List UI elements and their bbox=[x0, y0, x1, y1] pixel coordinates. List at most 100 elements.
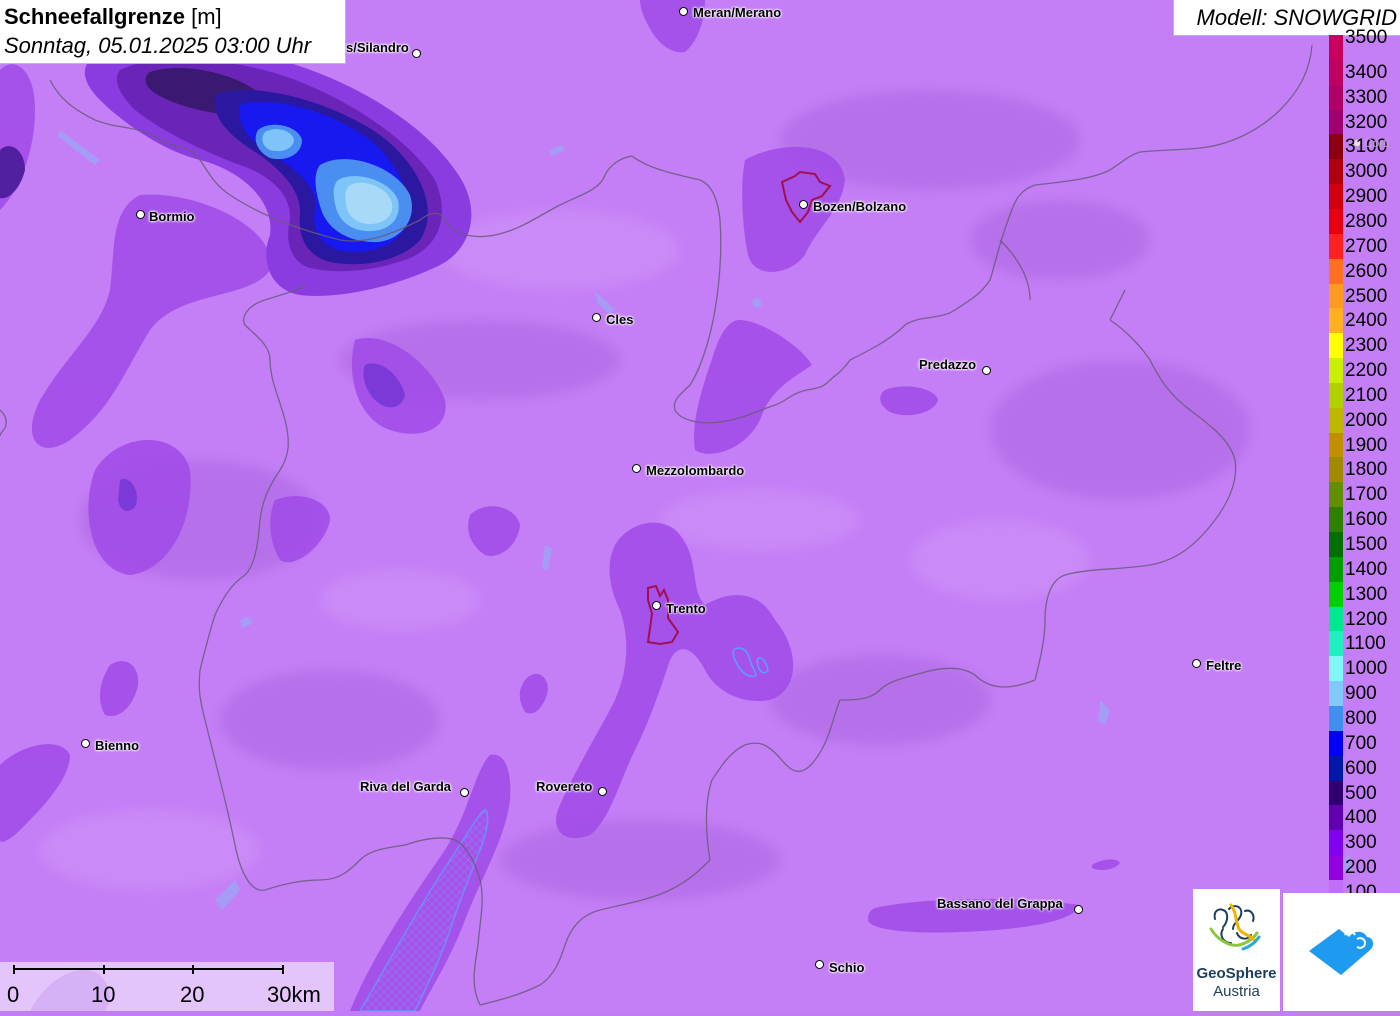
legend-swatch-1000 bbox=[1329, 656, 1343, 682]
city-marker bbox=[815, 960, 824, 969]
legend-label-1300: 1300 bbox=[1345, 583, 1388, 605]
legend-label-1100: 1100 bbox=[1345, 633, 1386, 655]
legend-swatch-1800 bbox=[1329, 457, 1343, 483]
city-marker bbox=[1192, 659, 1201, 668]
legend-label-700: 700 bbox=[1345, 732, 1377, 754]
legend-swatch-2500 bbox=[1329, 283, 1343, 309]
legend-swatch-2800 bbox=[1329, 208, 1343, 235]
legend-swatch-2300 bbox=[1329, 333, 1343, 359]
legend-label-2700: 2700 bbox=[1345, 235, 1388, 257]
legend-swatch-1700 bbox=[1329, 482, 1343, 508]
legend-swatch-200 bbox=[1329, 855, 1343, 881]
map-title: Schneefallgrenze [m] bbox=[4, 4, 222, 30]
scale-tick-20: 20 bbox=[180, 982, 205, 1007]
legend-label-2900: 2900 bbox=[1345, 186, 1388, 208]
city-marker bbox=[982, 366, 991, 375]
legend-label-2200: 2200 bbox=[1345, 360, 1388, 382]
city-marker bbox=[1074, 905, 1083, 914]
geosphere-logo-line2: Austria bbox=[1213, 983, 1260, 1000]
color-legend: 3500 3400 3300 3200 3100 3000 2900 2800 2700 2600… bbox=[1329, 28, 1400, 906]
legend-swatch-600 bbox=[1329, 755, 1343, 781]
legend-label-1900: 1900 bbox=[1345, 434, 1388, 456]
legend-label-1500: 1500 bbox=[1345, 534, 1388, 555]
title-parameter: Schneefallgrenze bbox=[4, 4, 185, 29]
legend-label-800: 800 bbox=[1345, 707, 1377, 729]
legend-swatch-3000 bbox=[1329, 159, 1343, 185]
city-label: Rovereto bbox=[536, 779, 593, 794]
city-marker bbox=[592, 313, 601, 322]
city-marker bbox=[598, 787, 607, 796]
legend-label-500: 500 bbox=[1345, 782, 1377, 804]
city-label: Trento bbox=[666, 601, 706, 616]
legend-swatch-3100 bbox=[1329, 134, 1343, 160]
legend-swatch-300 bbox=[1329, 830, 1343, 856]
geosphere-logo-icon bbox=[1209, 903, 1261, 951]
title-panel: Schneefallgrenze [m] Sonntag, 05.01.2025… bbox=[0, 0, 346, 64]
legend-swatch-3500 bbox=[1329, 35, 1343, 61]
legend-label-1400: 1400 bbox=[1345, 558, 1388, 580]
app-logo[interactable] bbox=[1283, 893, 1400, 1011]
city-marker bbox=[412, 49, 421, 58]
legend-label-2300: 2300 bbox=[1345, 335, 1388, 357]
legend-swatch-2900 bbox=[1329, 184, 1343, 210]
forecast-datetime: Sonntag, 05.01.2025 03:00 Uhr bbox=[4, 33, 312, 58]
legend-label-3200: 3200 bbox=[1345, 111, 1388, 133]
legend-swatch-1300 bbox=[1329, 581, 1343, 608]
city-label: Mezzolombardo bbox=[646, 463, 745, 478]
scale-tick-10: 10 bbox=[91, 982, 116, 1007]
legend-label-1000: 1000 bbox=[1345, 658, 1388, 680]
city-label: Corti bbox=[1364, 136, 1390, 150]
legend-label-3400: 3400 bbox=[1345, 61, 1388, 83]
city-marker bbox=[679, 7, 688, 16]
city-marker bbox=[632, 464, 641, 473]
legend-swatch-3200 bbox=[1329, 109, 1343, 135]
city-label: Meran/Merano bbox=[693, 5, 782, 20]
city-marker bbox=[136, 210, 145, 219]
legend-swatch-1500 bbox=[1329, 532, 1343, 558]
scale-tick-0: 0 bbox=[7, 982, 20, 1007]
legend-swatch-1900 bbox=[1329, 432, 1343, 458]
geosphere-logo[interactable]: GeoSphere Austria bbox=[1193, 889, 1280, 1011]
legend-swatch-800 bbox=[1329, 705, 1343, 732]
city-label: Bassano del Grappa bbox=[937, 896, 1063, 911]
legend-swatch-2600 bbox=[1329, 258, 1343, 284]
app-logo-icon bbox=[1309, 929, 1374, 975]
city-label: Bienno bbox=[95, 738, 140, 753]
legend-label-2400: 2400 bbox=[1345, 310, 1388, 332]
legend-label-300: 300 bbox=[1345, 832, 1377, 854]
legend-label-400: 400 bbox=[1345, 807, 1377, 829]
legend-swatch-700 bbox=[1329, 730, 1343, 757]
legend-label-2000: 2000 bbox=[1345, 409, 1388, 431]
legend-label-2500: 2500 bbox=[1345, 285, 1388, 307]
city-label: Bozen/Bolzano bbox=[813, 199, 907, 214]
legend-label-2600: 2600 bbox=[1345, 260, 1388, 282]
legend-label-200: 200 bbox=[1345, 857, 1377, 879]
legend-swatch-3300 bbox=[1329, 84, 1343, 111]
legend-label-2800: 2800 bbox=[1345, 210, 1388, 232]
snowfall-map[interactable] bbox=[0, 0, 1400, 1011]
legend-swatch-2200 bbox=[1329, 358, 1343, 384]
city-label: Feltre bbox=[1206, 658, 1242, 673]
city-label: s/Silandro bbox=[346, 40, 409, 55]
legend-label-1600: 1600 bbox=[1345, 509, 1388, 531]
legend-label-3000: 3000 bbox=[1345, 161, 1388, 183]
city-marker bbox=[81, 739, 90, 748]
city-marker bbox=[799, 200, 808, 209]
legend-swatch-1200 bbox=[1329, 606, 1343, 632]
city-label: Riva del Garda bbox=[360, 779, 452, 794]
legend-swatch-2700 bbox=[1329, 233, 1343, 260]
city-label: Bormio bbox=[149, 209, 195, 224]
legend-label-900: 900 bbox=[1345, 683, 1377, 705]
city-label: Cles bbox=[606, 312, 634, 327]
legend-swatch-2000 bbox=[1329, 407, 1343, 434]
legend-swatch-2100 bbox=[1329, 382, 1343, 409]
city-label: Schio bbox=[829, 960, 865, 975]
city-marker bbox=[460, 788, 469, 797]
legend-label-1700: 1700 bbox=[1345, 484, 1388, 506]
legend-swatch-400 bbox=[1329, 805, 1343, 831]
legend-swatch-1100 bbox=[1329, 631, 1343, 657]
legend-swatch-500 bbox=[1329, 780, 1343, 806]
title-unit: [m] bbox=[191, 4, 222, 29]
city-label: Predazzo bbox=[919, 357, 977, 372]
scale-tick-30km: 30km bbox=[267, 982, 321, 1007]
